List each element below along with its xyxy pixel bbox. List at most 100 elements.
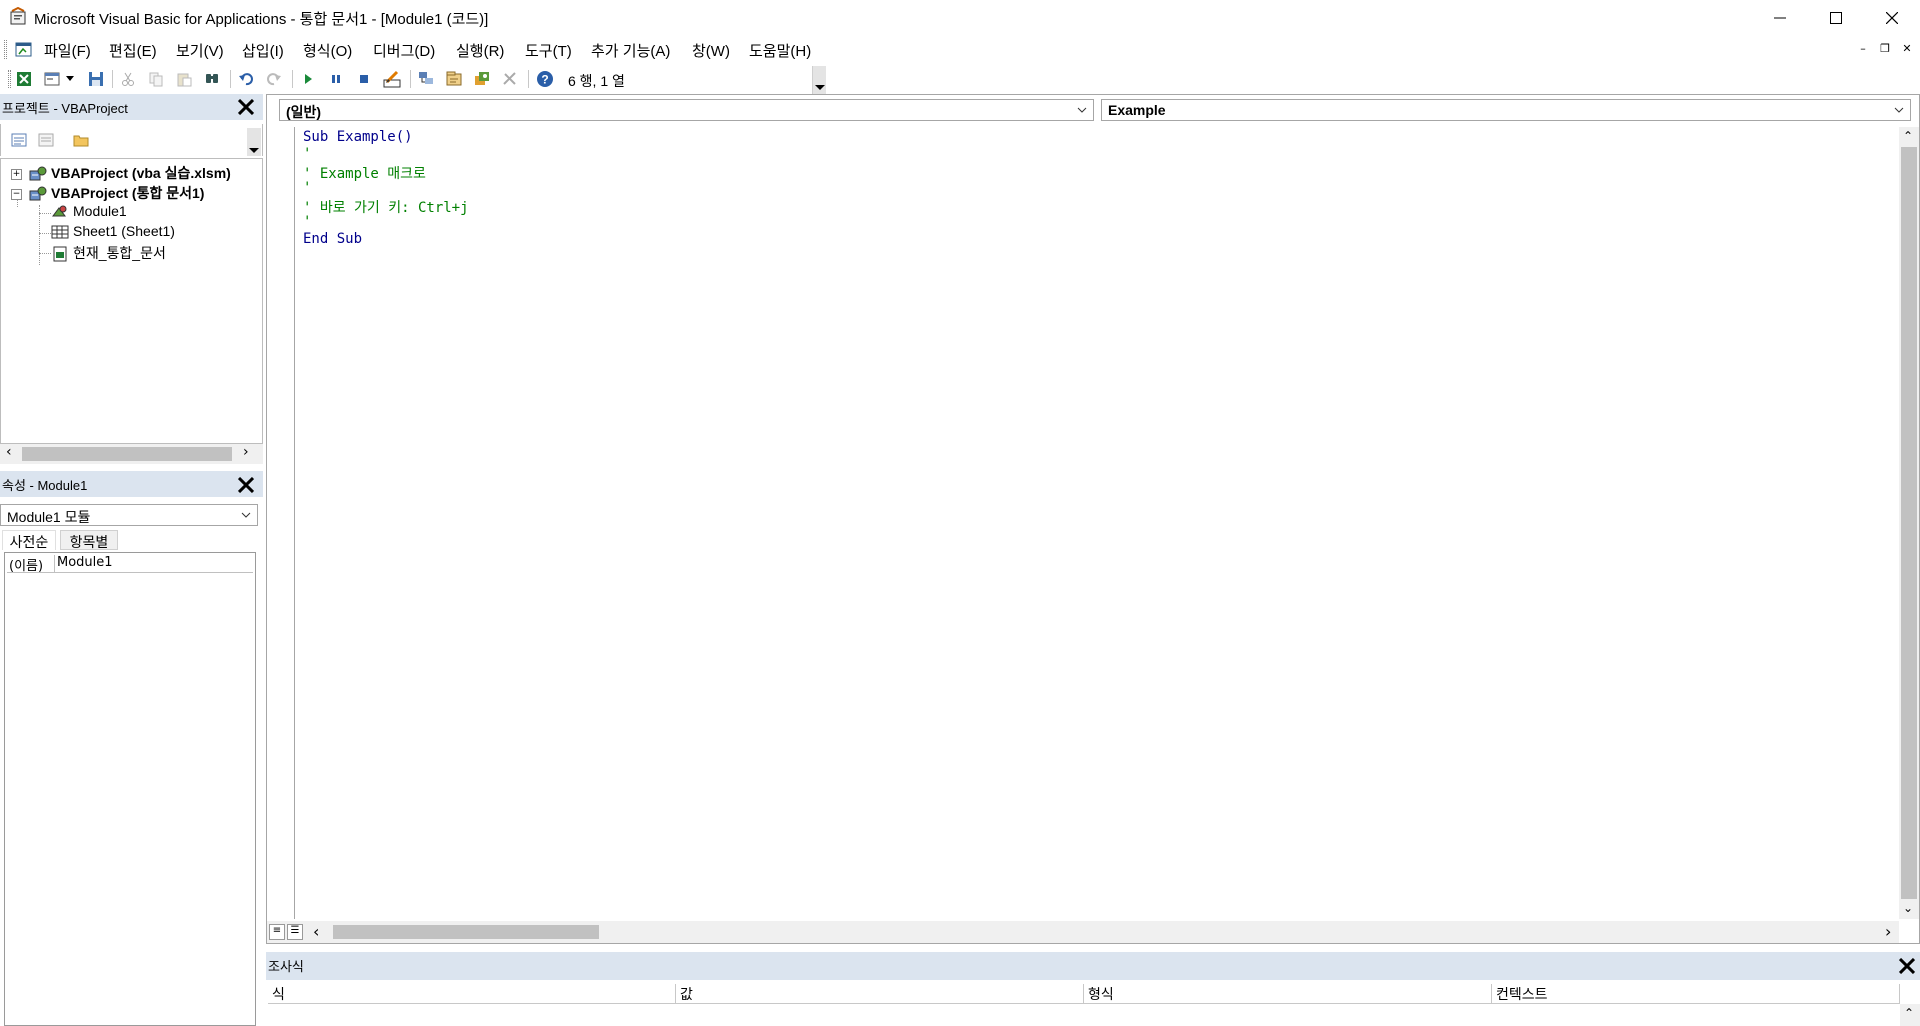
scroll-right-icon[interactable]: › — [1885, 922, 1891, 941]
menu-view[interactable]: 보기(V) — [176, 40, 224, 61]
scroll-left-icon[interactable]: ‹ — [6, 444, 12, 460]
cut-button[interactable] — [118, 69, 138, 89]
tree-node-module1[interactable]: Module1 — [51, 203, 127, 220]
tab-alphabetic[interactable]: 사전순 — [2, 530, 56, 551]
close-button[interactable] — [1864, 0, 1920, 35]
code-window: (일반) Example Sub Example() ' ' Example 매… — [266, 94, 1920, 944]
watch-col-context[interactable]: 컨텍스트 — [1492, 984, 1900, 1004]
break-icon — [332, 75, 340, 83]
watch-col-type[interactable]: 형식 — [1084, 984, 1492, 1004]
code-hscroll[interactable]: ≡ ☰ ‹ › — [267, 921, 1899, 943]
scroll-up-icon[interactable]: ⌃ — [1904, 1006, 1914, 1020]
toolbar-grip[interactable] — [8, 70, 11, 88]
run-button[interactable] — [298, 69, 318, 89]
toolbar-grip[interactable] — [4, 40, 7, 59]
scroll-thumb[interactable] — [333, 925, 599, 939]
scroll-right-icon[interactable]: › — [243, 444, 249, 460]
object-dropdown[interactable]: (일반) — [279, 99, 1094, 121]
menu-file[interactable]: 파일(F) — [44, 40, 91, 61]
properties-window-button[interactable] — [444, 69, 464, 89]
help-button[interactable]: ? — [535, 69, 555, 89]
menu-addins[interactable]: 추가 기능(A) — [591, 40, 670, 61]
view-object-button[interactable] — [36, 130, 56, 150]
insert-dropdown-button[interactable] — [64, 69, 76, 89]
tree-node-sheet1[interactable]: Sheet1 (Sheet1) — [51, 223, 175, 240]
menu-format[interactable]: 형식(O) — [303, 40, 352, 61]
menu-debug[interactable]: 디버그(D) — [373, 40, 435, 61]
reset-button[interactable] — [354, 69, 374, 89]
toolbox-button[interactable] — [500, 69, 520, 89]
title-bar: Microsoft Visual Basic for Applications … — [0, 0, 1920, 35]
scroll-thumb[interactable] — [1901, 147, 1917, 899]
excel-icon — [17, 72, 31, 86]
tree-collapse-toggle[interactable]: − — [11, 189, 22, 200]
tree-node-label: VBAProject (vba 실습.xlsm) — [51, 165, 231, 181]
minimize-button[interactable] — [1752, 0, 1808, 35]
watch-panel-close-button[interactable] — [1894, 953, 1920, 979]
properties-panel-close-button[interactable] — [233, 472, 259, 498]
undo-button[interactable] — [236, 69, 256, 89]
toggle-folders-button[interactable] — [71, 130, 91, 150]
mdi-close-button[interactable]: ✕ — [1899, 42, 1915, 56]
toolbox-icon — [503, 72, 516, 85]
menu-insert[interactable]: 삽입(I) — [242, 40, 284, 61]
tree-node-vbaproject-xlsm[interactable]: VBAProject (vba 실습.xlsm) — [29, 163, 231, 183]
view-object-icon — [38, 133, 54, 147]
code-editor[interactable]: Sub Example() ' ' Example 매크로 ' ' 바로 가기 … — [295, 127, 1887, 917]
properties-panel-title: 속성 - Module1 — [0, 471, 263, 497]
maximize-button[interactable] — [1808, 0, 1864, 35]
project-panel-close-button[interactable] — [233, 94, 259, 120]
menu-run[interactable]: 실행(R) — [456, 40, 504, 61]
design-mode-icon — [383, 70, 401, 88]
find-icon — [206, 74, 218, 83]
mdi-restore-button[interactable]: ❐ — [1877, 42, 1893, 56]
save-button[interactable] — [86, 69, 106, 89]
toolbar-separator — [230, 70, 231, 88]
project-explorer-button[interactable] — [416, 69, 436, 89]
menu-edit[interactable]: 편집(E) — [109, 40, 157, 61]
watch-col-value[interactable]: 값 — [676, 984, 1084, 1004]
scroll-thumb[interactable] — [22, 447, 232, 461]
scroll-up-icon[interactable]: ⌃ — [1903, 129, 1913, 143]
find-button[interactable] — [202, 69, 222, 89]
mdi-minimize-button[interactable]: – — [1855, 42, 1871, 56]
menu-window[interactable]: 창(W) — [692, 40, 730, 61]
vba-document-icon[interactable] — [14, 40, 34, 60]
tree-expand-toggle[interactable]: + — [11, 169, 22, 180]
properties-object-select[interactable]: Module1 모듈 — [0, 504, 258, 526]
tree-node-vbaproject-workbook1[interactable]: VBAProject (통합 문서1) — [29, 183, 204, 203]
menu-help[interactable]: 도움말(H) — [749, 40, 811, 61]
view-code-icon — [11, 133, 27, 147]
vbaproject-icon — [29, 166, 47, 181]
procedure-view-button[interactable]: ≡ — [269, 924, 285, 940]
scroll-down-icon[interactable]: ⌄ — [1903, 901, 1913, 915]
watch-col-expression[interactable]: 식 — [268, 984, 676, 1004]
chevron-down-icon — [66, 76, 74, 81]
code-vscroll[interactable]: ⌃ ⌄ — [1899, 127, 1919, 919]
procedure-dropdown[interactable]: Example — [1101, 99, 1911, 121]
scroll-left-icon[interactable]: ‹ — [313, 922, 319, 941]
design-mode-button[interactable] — [382, 69, 402, 89]
full-module-view-button[interactable]: ☰ — [287, 924, 303, 940]
code-line: ' — [303, 214, 312, 230]
watch-vscroll[interactable]: ⌃ — [1900, 1004, 1920, 1026]
panel-toolbar-overflow[interactable] — [247, 128, 261, 156]
project-tree-hscroll[interactable]: ‹ › — [0, 444, 263, 464]
tab-categorized[interactable]: 항목별 — [60, 530, 118, 551]
menu-tools[interactable]: 도구(T) — [525, 40, 572, 61]
property-value: Module1 — [57, 555, 113, 570]
copy-button[interactable] — [146, 69, 166, 89]
view-code-button[interactable] — [9, 130, 29, 150]
toolbar-options-button[interactable] — [812, 66, 826, 94]
object-browser-button[interactable] — [472, 69, 492, 89]
property-row[interactable]: (이름) Module1 — [7, 555, 253, 574]
view-excel-button[interactable] — [14, 69, 34, 89]
redo-button[interactable] — [264, 69, 284, 89]
standard-toolbar: ? 6 행, 1 열 — [0, 64, 826, 94]
tree-node-thisworkbook[interactable]: 현재_통합_문서 — [51, 243, 166, 263]
properties-icon — [446, 71, 462, 86]
break-button[interactable] — [326, 69, 346, 89]
insert-userform-button[interactable] — [42, 69, 62, 89]
paste-button[interactable] — [174, 69, 194, 89]
code-margin[interactable] — [267, 127, 295, 919]
